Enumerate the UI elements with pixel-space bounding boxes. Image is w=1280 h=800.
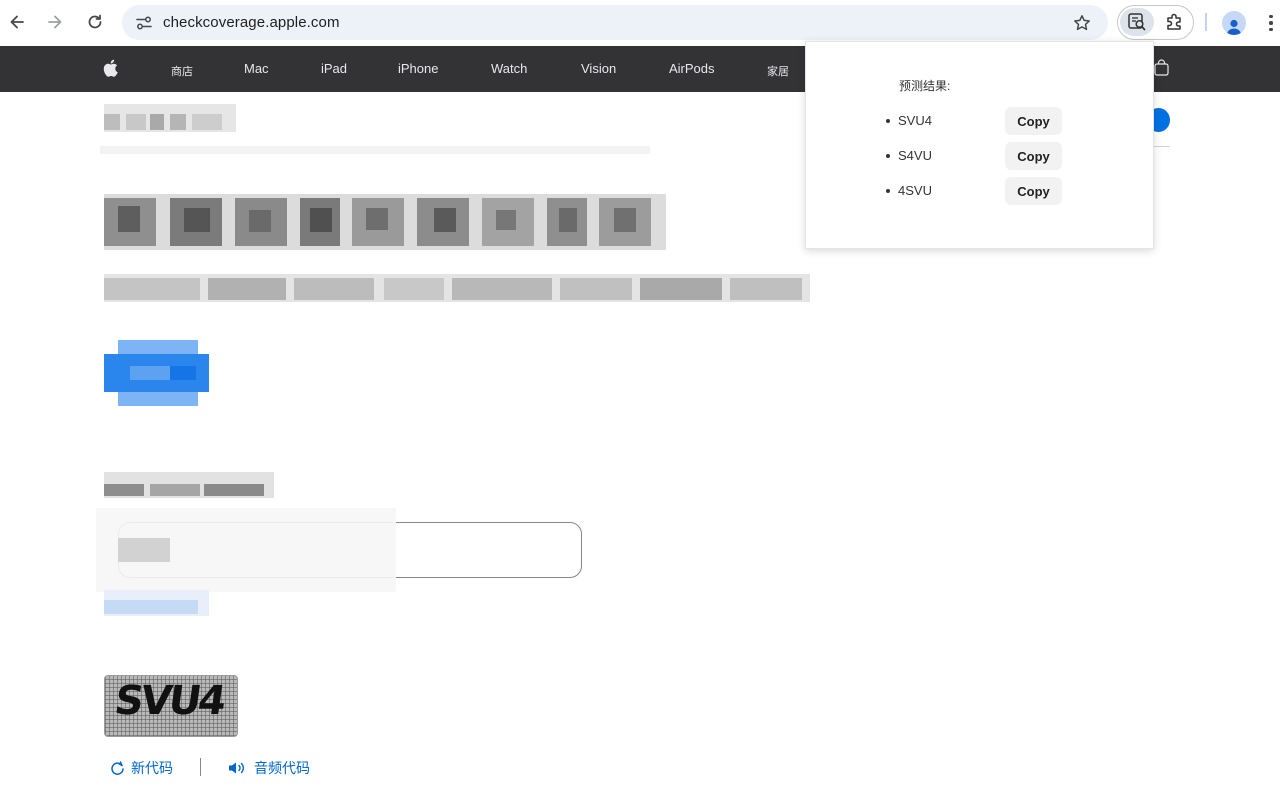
result-item: SVU4 Copy: [886, 107, 1086, 135]
arrow-left-icon: [10, 15, 24, 29]
redacted-page-title: [104, 194, 666, 250]
audio-code-link[interactable]: 音频代码: [228, 758, 310, 778]
captcha-solver-extension-icon: [1128, 13, 1146, 31]
result-item: S4VU Copy: [886, 142, 1086, 170]
nav-item-iphone[interactable]: iPhone: [398, 61, 438, 76]
new-code-label: 新代码: [131, 760, 173, 776]
copy-button[interactable]: Copy: [1005, 177, 1062, 205]
speaker-icon: [229, 762, 244, 774]
puzzle-icon: [1167, 13, 1181, 30]
bullet: [886, 189, 890, 193]
toolbar-divider: [1205, 13, 1207, 31]
nav-item-home[interactable]: 家居: [767, 63, 789, 79]
shopping-bag-icon[interactable]: [1154, 59, 1169, 76]
bullet: [886, 154, 890, 158]
copy-button[interactable]: Copy: [1005, 107, 1062, 135]
url-text[interactable]: checkcoverage.apple.com: [163, 14, 340, 31]
result-code: SVU4: [898, 113, 932, 128]
result-code: 4SVU: [898, 183, 932, 198]
reload-button[interactable]: [80, 7, 110, 37]
result-code: S4VU: [898, 148, 932, 163]
audio-code-label: 音频代码: [254, 760, 310, 776]
forward-button[interactable]: [40, 7, 70, 37]
nav-item-vision[interactable]: Vision: [581, 61, 616, 76]
nav-item-ipad[interactable]: iPad: [321, 61, 347, 76]
arrow-right-icon: [48, 15, 62, 29]
tune-icon: [135, 16, 152, 29]
profile-avatar-icon: [1227, 19, 1241, 35]
address-bar[interactable]: checkcoverage.apple.com: [122, 5, 1108, 40]
refresh-icon: [111, 760, 124, 775]
nav-item-airpods[interactable]: AirPods: [669, 61, 715, 76]
apple-logo-icon[interactable]: [103, 59, 118, 77]
captcha-image: SVU4: [104, 675, 238, 737]
redacted-rule: [100, 146, 650, 154]
popup-title: 预测结果:: [899, 79, 951, 93]
kebab-menu-icon: [1269, 14, 1273, 19]
redacted-blue-button[interactable]: [104, 340, 209, 406]
redacted-subtitle: [104, 274, 810, 302]
redacted-help-link[interactable]: [104, 590, 209, 616]
result-item: 4SVU Copy: [886, 177, 1086, 205]
link-divider: [200, 758, 201, 776]
reload-icon: [88, 14, 102, 29]
nav-item-store[interactable]: 商店: [171, 63, 193, 79]
copy-button[interactable]: Copy: [1005, 142, 1062, 170]
nav-item-mac[interactable]: Mac: [244, 61, 269, 76]
profile-button[interactable]: [1222, 11, 1246, 35]
captcha-extension-button[interactable]: [1120, 8, 1154, 36]
redacted-breadcrumb: [104, 104, 236, 132]
redacted-field-label: [104, 472, 274, 498]
captcha-image-text: SVU4: [111, 678, 227, 724]
browser-menu-button[interactable]: [1262, 10, 1280, 36]
back-button[interactable]: [2, 7, 32, 37]
extension-popup: 预测结果: SVU4 Copy S4VU Copy 4SVU Copy: [805, 41, 1154, 249]
star-icon: [1074, 15, 1090, 31]
bookmark-button[interactable]: [1070, 11, 1094, 35]
new-code-link[interactable]: 新代码: [110, 758, 173, 778]
nav-item-watch[interactable]: Watch: [491, 61, 527, 76]
extensions-menu-button[interactable]: [1160, 8, 1190, 36]
redacted-input-placeholder: [96, 508, 396, 592]
site-info-button[interactable]: [130, 9, 157, 36]
browser-toolbar: checkcoverage.apple.com: [0, 0, 1280, 46]
bullet: [886, 119, 890, 123]
